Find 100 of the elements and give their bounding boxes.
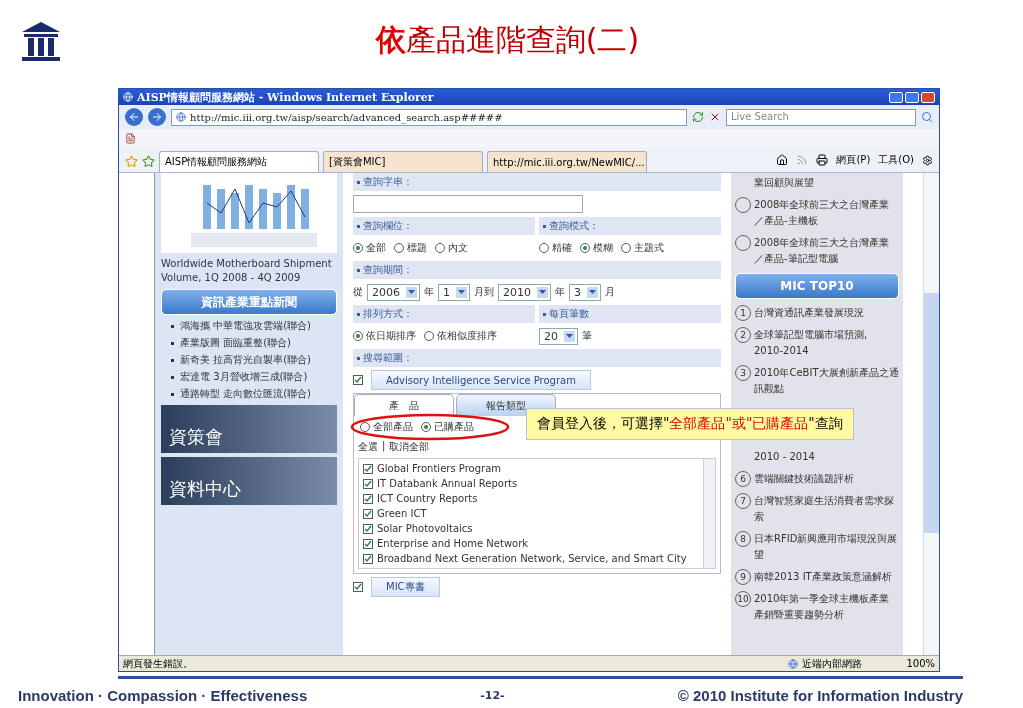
minimize-button[interactable]: [889, 91, 903, 103]
scrollbar[interactable]: [703, 459, 715, 568]
settings-icon[interactable]: [922, 154, 933, 166]
radio-button[interactable]: [360, 422, 370, 432]
banner-link[interactable]: 資料中心: [161, 457, 337, 505]
checkbox[interactable]: [363, 553, 373, 564]
slide-title: 依產品進階查詢(二): [374, 21, 641, 59]
dropdown[interactable]: 20: [539, 327, 578, 345]
product-label: Solar Photovoltaics: [377, 523, 473, 534]
tools-menu[interactable]: 工具(O): [878, 153, 914, 167]
checkbox[interactable]: [363, 508, 373, 519]
clear-all-link[interactable]: 取消全部: [389, 440, 430, 454]
home-icon[interactable]: [776, 154, 789, 166]
bullet-icon: [171, 376, 174, 379]
dropdown[interactable]: 3: [569, 283, 601, 301]
option-label: 依相似度排序: [437, 329, 497, 343]
report-link[interactable]: 2008年全球前三大之台灣產業／產品-筆記型電腦: [754, 235, 899, 267]
browser-tab[interactable]: AISP情報顧問服務網站: [159, 151, 319, 172]
report-link[interactable]: 雲端關鍵技術議題評析: [754, 471, 854, 487]
zoom-text[interactable]: 100%: [906, 658, 935, 669]
dropdown[interactable]: 2006: [367, 283, 420, 301]
checkbox[interactable]: [353, 582, 363, 592]
network-icon: [788, 658, 799, 669]
checkbox[interactable]: [363, 538, 373, 549]
radio-button[interactable]: [539, 243, 549, 253]
report-link[interactable]: 2010年CeBIT大展創新產品之通訊觀點: [754, 365, 899, 397]
radio-button[interactable]: [394, 243, 404, 253]
date-label: 從: [353, 285, 363, 299]
query-input[interactable]: [353, 195, 583, 213]
add-favorite-icon[interactable]: [142, 155, 155, 168]
caret-icon: [564, 330, 575, 342]
radio-button[interactable]: [353, 243, 363, 253]
radio-button[interactable]: [435, 243, 445, 253]
option-label: 精確: [552, 241, 572, 255]
browser-icon: [123, 92, 133, 102]
report-link[interactable]: 日本RFID新興應用市場現況與展望: [754, 531, 899, 563]
radio-button[interactable]: [424, 331, 434, 341]
scrollbar[interactable]: [923, 173, 939, 655]
news-link[interactable]: 宏達電 3月營收增三成(聯合): [180, 370, 308, 384]
bullet-icon: [543, 224, 546, 228]
dropdown[interactable]: 1: [438, 283, 470, 301]
copyright-text: © 2010 Institute for Information Industry: [677, 687, 963, 704]
program-tab[interactable]: Advisory Intelligence Service Program: [371, 370, 591, 390]
close-button[interactable]: [921, 91, 935, 103]
date-label: 月到: [474, 285, 494, 299]
forward-icon: [151, 111, 163, 123]
caret-icon: [537, 286, 548, 298]
bullet-icon: [357, 312, 360, 316]
radio-button[interactable]: [353, 331, 363, 341]
banner-link[interactable]: 資策會: [161, 405, 337, 453]
report-link[interactable]: 2010 - 2014: [735, 449, 899, 465]
select-all-link[interactable]: 全選: [358, 440, 378, 454]
caret-icon: [456, 286, 467, 298]
zone-text: 近端內部網路: [802, 656, 863, 671]
maximize-button[interactable]: [905, 91, 919, 103]
report-link[interactable]: 全球筆記型電腦市場預測, 2010-2014: [754, 327, 899, 359]
bullet-icon: [171, 325, 174, 328]
panel-tab[interactable]: 產 品: [354, 394, 454, 416]
report-link[interactable]: 業回顧與展望: [735, 175, 899, 191]
checkbox[interactable]: [353, 375, 363, 385]
date-label: 年: [555, 285, 565, 299]
back-button[interactable]: [125, 108, 143, 126]
checkbox[interactable]: [363, 478, 373, 489]
unit-label: 筆: [582, 329, 592, 343]
report-link[interactable]: 2008年全球前三大之台灣產業／產品-主機板: [754, 197, 899, 229]
print-icon[interactable]: [816, 154, 829, 166]
checkbox[interactable]: [363, 523, 373, 534]
report-link[interactable]: 台灣智慧家庭生活消費者需求探索: [754, 493, 899, 525]
news-link[interactable]: 鴻海攜 中華電強攻雲端(聯合): [180, 319, 311, 333]
window-title: AISP情報顧問服務網站 - Windows Internet Explorer: [137, 89, 434, 105]
report-link[interactable]: 南韓2013 IT產業政策意涵解析: [754, 569, 892, 585]
forward-button[interactable]: [148, 108, 166, 126]
browser-tab[interactable]: [資策會MIC]: [323, 151, 483, 172]
stop-icon[interactable]: [709, 111, 721, 123]
refresh-icon[interactable]: [692, 111, 704, 123]
news-link[interactable]: 通路轉型 走向數位匯流(聯合): [180, 387, 311, 401]
radio-button[interactable]: [421, 422, 431, 432]
news-link[interactable]: 產業版圖 面臨重整(聯合): [180, 336, 291, 350]
back-icon: [128, 111, 140, 123]
motto-text: Innovation · Compassion · Effectiveness: [18, 687, 308, 704]
report-link[interactable]: 台灣資通訊產業發展現況: [754, 305, 864, 321]
radio-button[interactable]: [621, 243, 631, 253]
program-tab[interactable]: MIC專書: [371, 577, 440, 597]
option-label: 模糊: [593, 241, 613, 255]
news-link[interactable]: 新奇美 拉高背光自製率(聯合): [180, 353, 311, 367]
report-link[interactable]: 2010年第一季全球主機板產業產銷暨重要趨勢分析: [754, 591, 899, 623]
radio-button[interactable]: [580, 243, 590, 253]
dropdown[interactable]: 2010: [498, 283, 551, 301]
search-icon[interactable]: [921, 111, 933, 123]
checkbox[interactable]: [363, 463, 373, 474]
address-field[interactable]: http://mic.iii.org.tw/aisp/search/advanced_search.asp#####: [171, 108, 687, 126]
search-field[interactable]: Live Search: [726, 108, 916, 126]
checkbox[interactable]: [363, 493, 373, 504]
date-label: 年: [424, 285, 434, 299]
option-label: 主題式: [634, 241, 664, 255]
browser-tab[interactable]: http://mic.iii.org.tw/NewMIC/...: [487, 151, 647, 172]
option-label: 依日期排序: [366, 329, 416, 343]
section-header: 查詢期間：: [363, 263, 413, 277]
product-label: Global Frontiers Program: [377, 463, 501, 474]
page-menu[interactable]: 網頁(P): [836, 153, 871, 167]
